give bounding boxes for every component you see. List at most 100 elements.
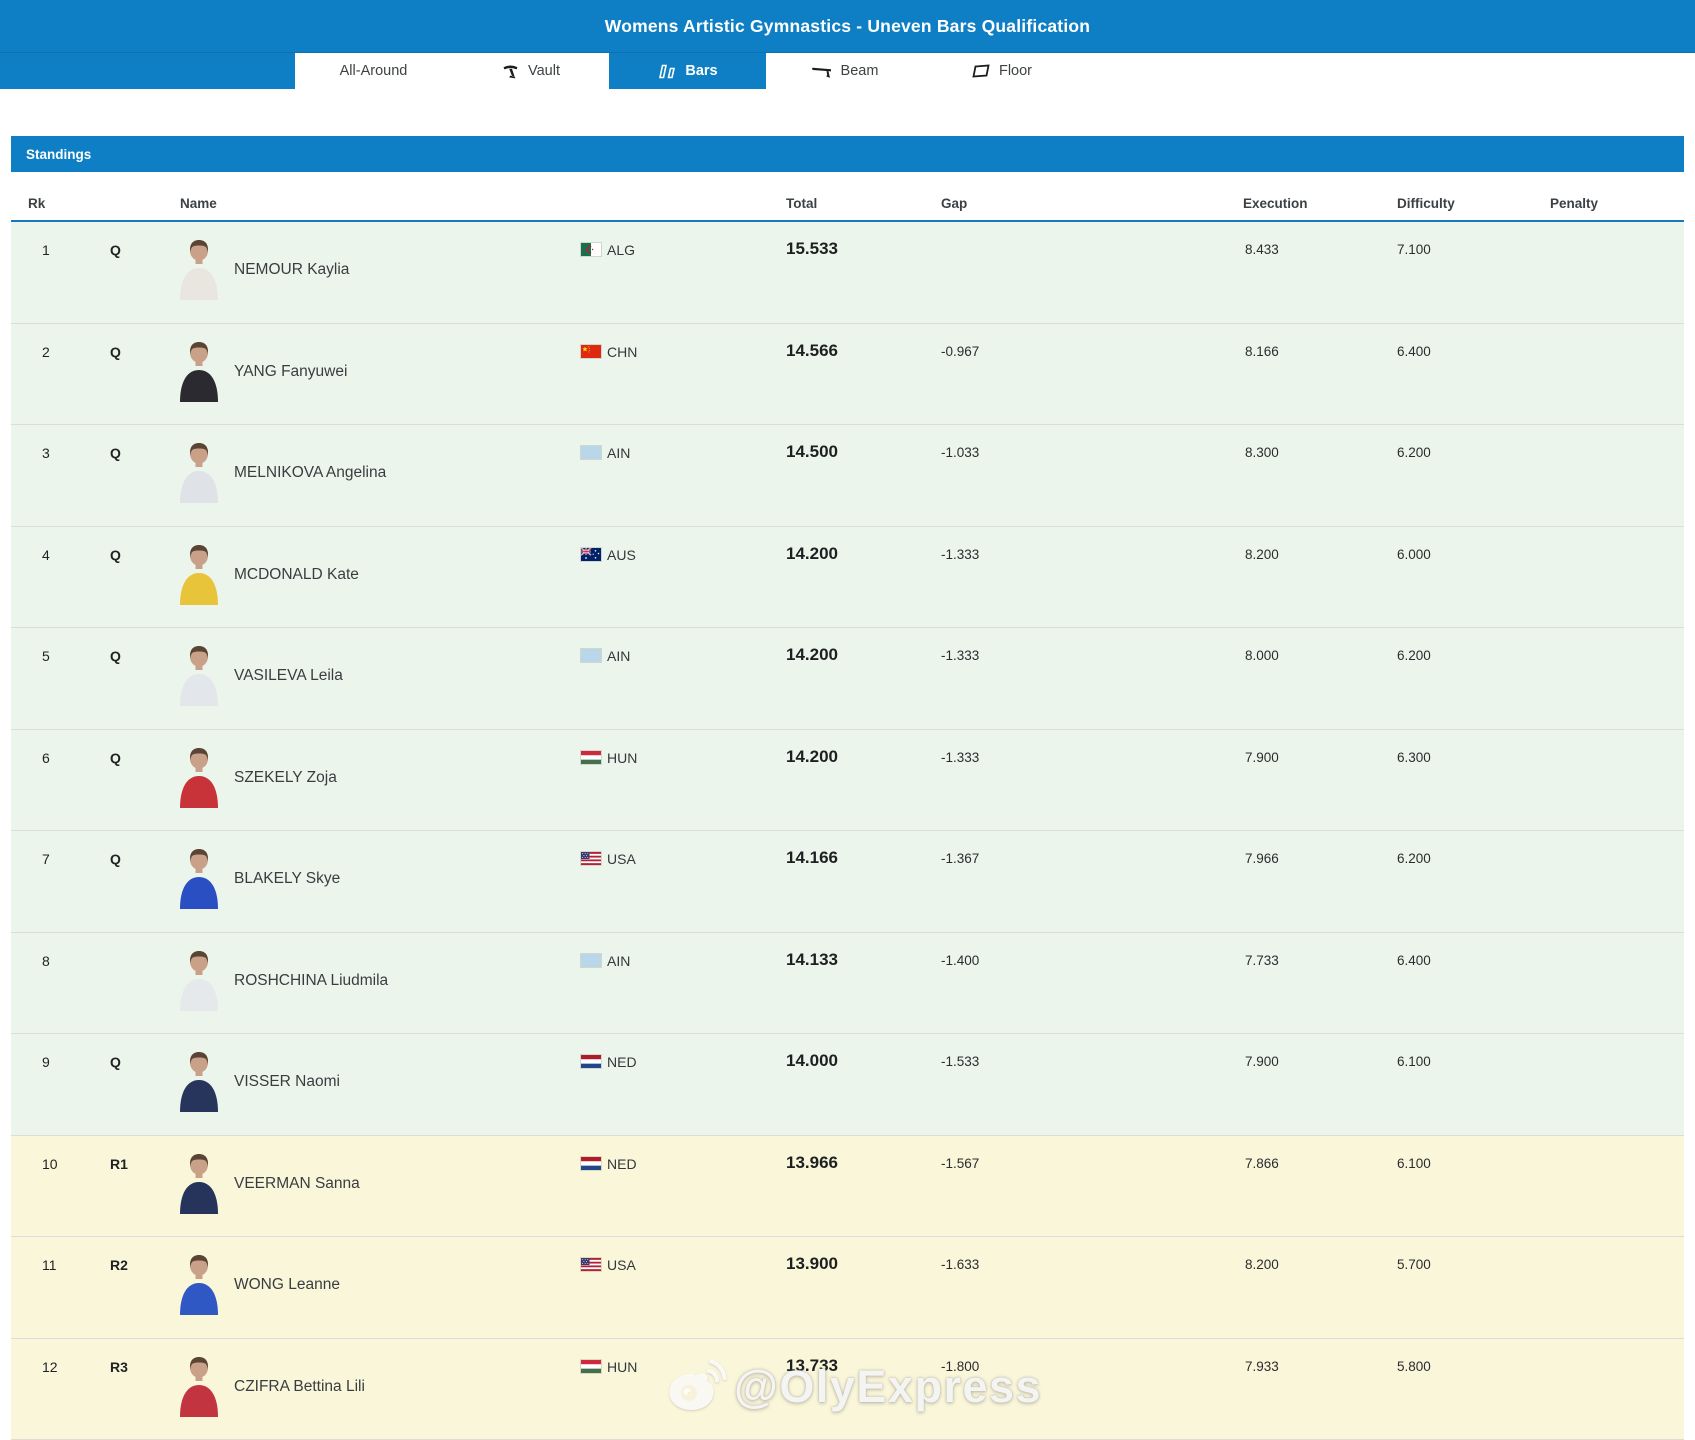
execution-score: 7.733 bbox=[1245, 953, 1279, 968]
country-code: USA bbox=[607, 1257, 636, 1273]
total-score: 14.000 bbox=[786, 1051, 838, 1071]
table-row[interactable]: 9QVISSER NaomiNED14.000-1.5337.9006.100 bbox=[11, 1034, 1684, 1136]
athlete-photo bbox=[178, 1355, 220, 1417]
difficulty-score: 6.200 bbox=[1397, 445, 1431, 460]
country-code: AIN bbox=[607, 445, 630, 461]
qualification-badge: Q bbox=[110, 648, 121, 664]
table-header: Rk Name Total Gap Execution Difficulty P… bbox=[11, 172, 1684, 222]
tab-bars[interactable]: Bars bbox=[609, 53, 766, 89]
qualification-badge: Q bbox=[110, 1054, 121, 1070]
tabs-right-spacer bbox=[1080, 53, 1695, 89]
gap-value: -1.633 bbox=[941, 1257, 979, 1272]
difficulty-score: 5.800 bbox=[1397, 1359, 1431, 1374]
total-score: 14.566 bbox=[786, 341, 838, 361]
total-score: 14.500 bbox=[786, 442, 838, 462]
athlete-photo bbox=[178, 746, 220, 808]
tab-vault[interactable]: Vault bbox=[452, 53, 609, 89]
tab-beam[interactable]: Beam bbox=[766, 53, 923, 89]
athlete-photo bbox=[178, 543, 220, 605]
country-code: AIN bbox=[607, 953, 630, 969]
athlete-name: YANG Fanyuwei bbox=[234, 363, 347, 381]
qualification-badge: Q bbox=[110, 445, 121, 461]
table-row[interactable]: 4QMCDONALD KateAUS14.200-1.3338.2006.000 bbox=[11, 527, 1684, 629]
table-row[interactable]: 12R3CZIFRA Bettina LiliHUN13.733-1.8007.… bbox=[11, 1339, 1684, 1440]
rank-value: 11 bbox=[42, 1257, 57, 1273]
athlete-photo bbox=[178, 238, 220, 300]
total-score: 14.200 bbox=[786, 747, 838, 767]
table-row[interactable]: 6QSZEKELY ZojaHUN14.200-1.3337.9006.300 bbox=[11, 730, 1684, 832]
athlete-name: ROSHCHINA Liudmila bbox=[234, 972, 388, 990]
athlete-name: MCDONALD Kate bbox=[234, 566, 359, 584]
table-row[interactable]: 11R2WONG LeanneUSA13.900-1.6338.2005.700 bbox=[11, 1237, 1684, 1339]
athlete-name: VEERMAN Sanna bbox=[234, 1175, 360, 1193]
difficulty-score: 6.400 bbox=[1397, 953, 1431, 968]
country-code: NED bbox=[607, 1054, 637, 1070]
tab-label: Vault bbox=[528, 63, 560, 79]
table-row[interactable]: 10R1VEERMAN SannaNED13.966-1.5677.8666.1… bbox=[11, 1136, 1684, 1238]
difficulty-score: 6.100 bbox=[1397, 1156, 1431, 1171]
country-code: USA bbox=[607, 851, 636, 867]
execution-score: 8.300 bbox=[1245, 445, 1279, 460]
country-code: ALG bbox=[607, 242, 635, 258]
gap-value: -1.800 bbox=[941, 1359, 979, 1374]
gap-value: -0.967 bbox=[941, 344, 979, 359]
athlete-name: VISSER Naomi bbox=[234, 1073, 340, 1091]
total-score: 14.200 bbox=[786, 544, 838, 564]
tab-label: Bars bbox=[685, 63, 717, 79]
rank-value: 2 bbox=[42, 344, 50, 360]
flag-icon-ain bbox=[581, 649, 601, 662]
table-row[interactable]: 2QYANG FanyuweiCHN14.566-0.9678.1666.400 bbox=[11, 324, 1684, 426]
table-row[interactable]: 1QNEMOUR KayliaALG15.5338.4337.100 bbox=[11, 222, 1684, 324]
table-row[interactable]: 5QVASILEVA LeilaAIN14.200-1.3338.0006.20… bbox=[11, 628, 1684, 730]
flag-icon-ned bbox=[581, 1055, 601, 1068]
athlete-photo bbox=[178, 644, 220, 706]
gap-value: -1.333 bbox=[941, 648, 979, 663]
column-header-total: Total bbox=[786, 196, 817, 211]
athlete-photo bbox=[178, 1050, 220, 1112]
table-row[interactable]: 8ROSHCHINA LiudmilaAIN14.133-1.4007.7336… bbox=[11, 933, 1684, 1035]
page-title: Womens Artistic Gymnastics - Uneven Bars… bbox=[605, 16, 1090, 37]
tab-all-around[interactable]: All-Around bbox=[295, 53, 452, 89]
column-header-penalty: Penalty bbox=[1550, 196, 1598, 211]
table-row[interactable]: 3QMELNIKOVA AngelinaAIN14.500-1.0338.300… bbox=[11, 425, 1684, 527]
difficulty-score: 6.200 bbox=[1397, 851, 1431, 866]
athlete-name: BLAKELY Skye bbox=[234, 870, 340, 888]
rank-value: 8 bbox=[42, 953, 50, 969]
gap-value: -1.367 bbox=[941, 851, 979, 866]
difficulty-score: 6.400 bbox=[1397, 344, 1431, 359]
column-header-execution: Execution bbox=[1243, 196, 1308, 211]
athlete-name: WONG Leanne bbox=[234, 1276, 340, 1294]
execution-score: 7.966 bbox=[1245, 851, 1279, 866]
total-score: 13.966 bbox=[786, 1153, 838, 1173]
difficulty-score: 6.000 bbox=[1397, 547, 1431, 562]
qualification-badge: R2 bbox=[110, 1257, 128, 1273]
rank-value: 12 bbox=[42, 1359, 58, 1375]
column-header-name: Name bbox=[180, 196, 217, 211]
flag-icon-hun bbox=[581, 1360, 601, 1373]
tab-floor[interactable]: Floor bbox=[923, 53, 1080, 89]
flag-icon-alg bbox=[581, 243, 601, 256]
flag-icon-usa bbox=[581, 852, 601, 865]
flag-icon-ned bbox=[581, 1157, 601, 1170]
flag-icon-chn bbox=[581, 345, 601, 358]
tab-label: Floor bbox=[999, 63, 1032, 79]
country-code: AIN bbox=[607, 648, 630, 664]
total-score: 13.733 bbox=[786, 1356, 838, 1376]
table-row[interactable]: 7QBLAKELY SkyeUSA14.166-1.3677.9666.200 bbox=[11, 831, 1684, 933]
gap-value: -1.567 bbox=[941, 1156, 979, 1171]
flag-icon-usa bbox=[581, 1258, 601, 1271]
country-code: NED bbox=[607, 1156, 637, 1172]
total-score: 13.900 bbox=[786, 1254, 838, 1274]
athlete-name: CZIFRA Bettina Lili bbox=[234, 1378, 365, 1396]
rank-value: 10 bbox=[42, 1156, 58, 1172]
flag-icon-aus bbox=[581, 548, 601, 561]
qualification-badge: R3 bbox=[110, 1359, 128, 1375]
execution-score: 8.433 bbox=[1245, 242, 1279, 257]
country-code: HUN bbox=[607, 1359, 637, 1375]
country-code: AUS bbox=[607, 547, 636, 563]
country-code: HUN bbox=[607, 750, 637, 766]
qualification-badge: Q bbox=[110, 851, 121, 867]
rank-value: 7 bbox=[42, 851, 50, 867]
gap-value: -1.333 bbox=[941, 750, 979, 765]
apparatus-tabs: All-Around Vault Bars Beam Floor bbox=[0, 53, 1695, 89]
